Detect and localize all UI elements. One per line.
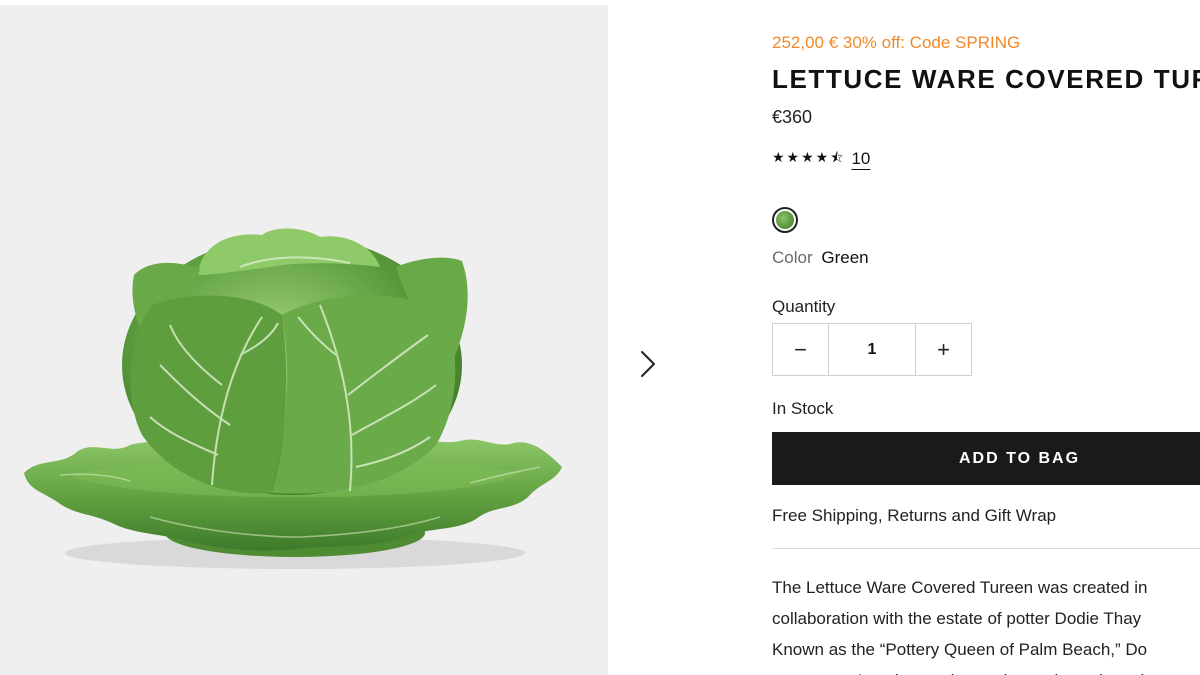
divider — [772, 548, 1200, 549]
stock-status: In Stock — [772, 399, 834, 418]
chevron-right-icon — [641, 351, 655, 377]
shipping-info: Free Shipping, Returns and Gift Wrap — [772, 506, 1057, 525]
color-label: Color — [772, 248, 813, 267]
product-info-panel: 252,00 € 30% off: Code SPRING LETTUCE WA… — [772, 0, 1200, 675]
quantity-decrease-button[interactable]: − — [773, 324, 829, 375]
quantity-value[interactable]: 1 — [829, 324, 915, 375]
color-value: Green — [821, 248, 869, 267]
review-count-link[interactable]: 10 — [851, 149, 870, 169]
quantity-stepper: − 1 + — [772, 323, 972, 376]
description-line: The Lettuce Ware Covered Tureen was crea… — [772, 578, 1148, 597]
add-to-bag-button[interactable]: ADD TO BAG — [772, 432, 1200, 485]
color-selection: Color Green — [772, 248, 869, 268]
tureen-illustration — [24, 228, 562, 569]
rating-row: ★★★★⯪ 10 — [772, 148, 870, 170]
product-image[interactable] — [0, 5, 608, 675]
quantity-label: Quantity — [772, 297, 836, 316]
product-title: LETTUCE WARE COVERED TUREEN — [772, 64, 1200, 94]
description-line: collaboration with the estate of potter … — [772, 609, 1142, 628]
description-line: Known as the “Pottery Queen of Palm Beac… — [772, 640, 1148, 659]
product-price: €360 — [772, 107, 813, 127]
product-description: The Lettuce Ware Covered Tureen was crea… — [772, 572, 1200, 675]
description-line: was a true American artisan, whose piece… — [772, 665, 1200, 675]
quantity-increase-button[interactable]: + — [915, 324, 971, 375]
color-swatch-green[interactable] — [772, 207, 798, 233]
gallery-next-button[interactable] — [636, 348, 660, 380]
swatch-fill — [776, 211, 794, 229]
promo-text: 252,00 € 30% off: Code SPRING — [772, 33, 1021, 52]
star-rating-icon: ★★★★⯪ — [772, 149, 846, 165]
